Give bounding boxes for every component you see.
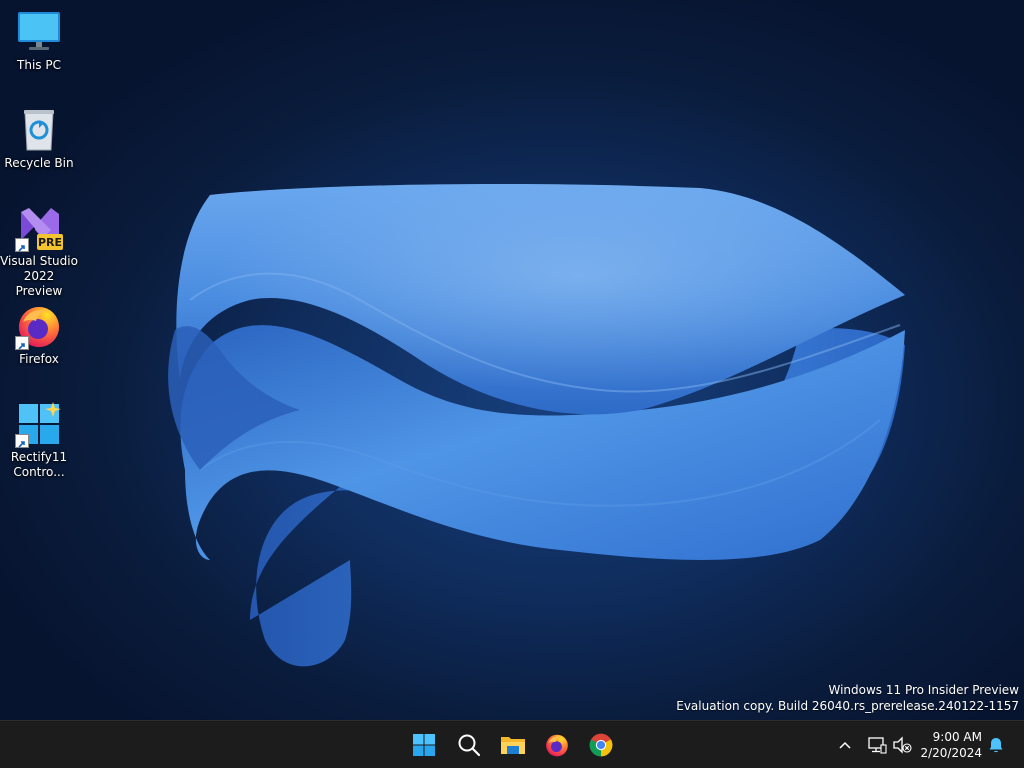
- shortcut-arrow-icon: [15, 238, 29, 252]
- clock[interactable]: 9:00 AM 2/20/2024: [920, 729, 982, 761]
- firefox-taskbar-button[interactable]: [539, 727, 575, 763]
- search-icon: [458, 734, 481, 757]
- firefox-icon: [15, 302, 63, 350]
- recycle-bin-icon: [15, 106, 63, 154]
- windows-start-icon: [413, 734, 435, 756]
- desktop-icon-recycle-bin[interactable]: Recycle Bin: [0, 106, 78, 171]
- volume-muted-icon: [893, 736, 912, 754]
- chrome-taskbar-button[interactable]: [583, 727, 619, 763]
- show-hidden-icons-button[interactable]: [833, 733, 857, 757]
- network-button[interactable]: [865, 733, 889, 757]
- clock-date: 2/20/2024: [920, 746, 982, 760]
- desktop-icon-label: This PC: [17, 58, 61, 72]
- watermark-edition: Windows 11 Pro Insider Preview: [828, 683, 1019, 697]
- notifications-button[interactable]: [984, 733, 1008, 757]
- network-icon: [868, 737, 887, 754]
- desktop[interactable]: This PC Recycle Bin PRE Visual Studio 20…: [0, 0, 1024, 720]
- shortcut-arrow-icon: [15, 336, 29, 350]
- watermark-build: Evaluation copy. Build 26040.rs_prerelea…: [676, 699, 1019, 713]
- rectify11-icon: [15, 400, 63, 448]
- desktop-icon-firefox[interactable]: Firefox: [0, 302, 78, 367]
- chrome-icon: [589, 733, 613, 757]
- desktop-icon-rectify11[interactable]: Rectify11 Contro...: [0, 400, 78, 480]
- file-explorer-button[interactable]: [495, 727, 531, 763]
- taskbar: 9:00 AM 2/20/2024: [0, 720, 1024, 768]
- desktop-icon-label: Rectify11 Contro...: [10, 450, 68, 479]
- desktop-icon-label: Firefox: [19, 352, 59, 366]
- clock-time: 9:00 AM: [932, 730, 982, 744]
- file-explorer-icon: [501, 737, 525, 754]
- pre-badge: PRE: [38, 236, 62, 249]
- visual-studio-icon: PRE: [15, 204, 63, 252]
- desktop-icon-visual-studio[interactable]: PRE Visual Studio 2022 Preview: [0, 204, 78, 299]
- desktop-icon-label: Recycle Bin: [4, 156, 74, 170]
- build-watermark: Windows 11 Pro Insider Preview Evaluatio…: [676, 682, 1019, 714]
- notification-bell-icon: [989, 738, 1003, 753]
- computer-icon: [15, 8, 63, 56]
- shortcut-arrow-icon: [15, 434, 29, 448]
- wallpaper-bloom: [168, 184, 905, 667]
- firefox-icon: [546, 734, 568, 757]
- volume-button[interactable]: [890, 733, 914, 757]
- search-button[interactable]: [451, 727, 487, 763]
- desktop-icon-label: Visual Studio 2022 Preview: [0, 254, 78, 298]
- chevron-up-icon: [839, 741, 851, 749]
- start-button[interactable]: [406, 727, 442, 763]
- desktop-icon-this-pc[interactable]: This PC: [0, 8, 78, 73]
